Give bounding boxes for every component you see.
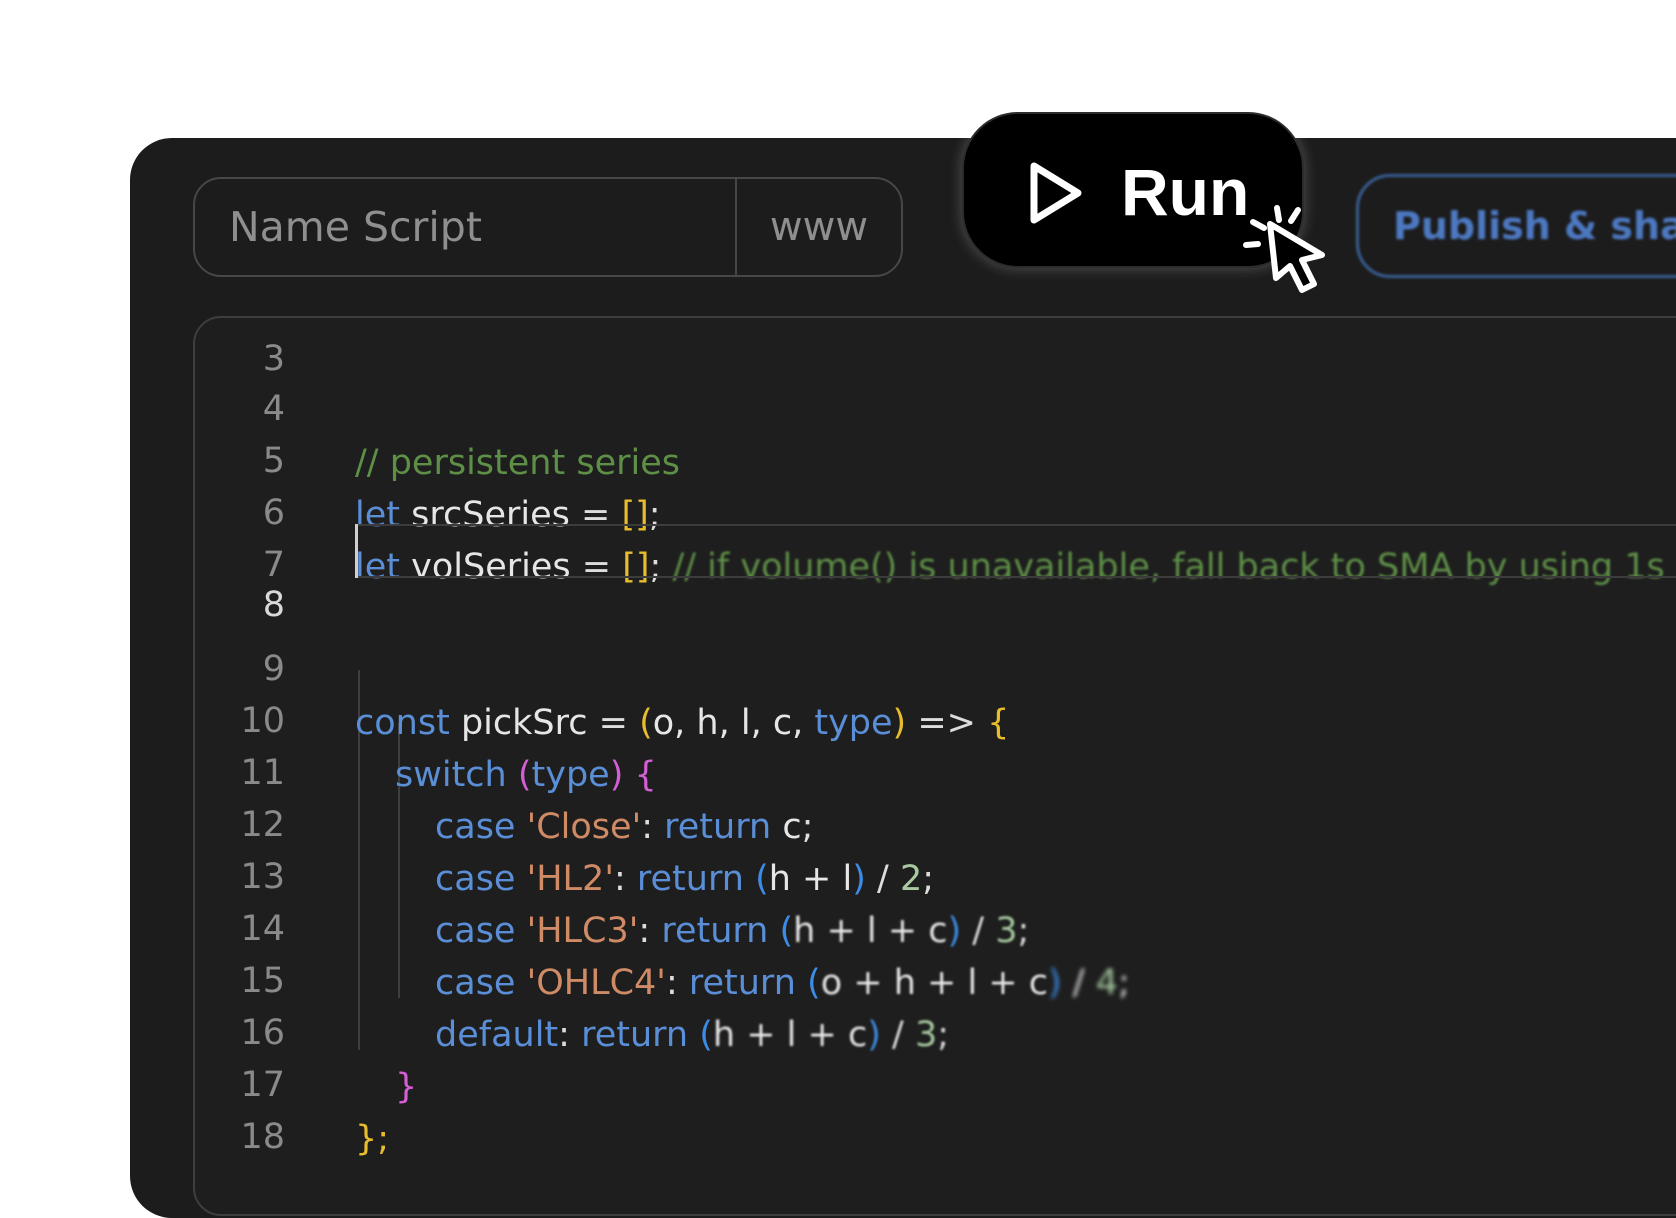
- code-line: 14 case 'OHLC4': return (o + h + l + c) …: [195, 848, 1676, 1003]
- code-line: 6 let volSeries = []; // if volume() is …: [195, 432, 1676, 587]
- script-name-input[interactable]: Name Script: [195, 179, 735, 275]
- click-cursor-icon: [1243, 205, 1325, 293]
- code-line: 18: [195, 1056, 1676, 1157]
- code-editor[interactable]: 3 4 // persistent series 5 let srcSeries…: [193, 316, 1676, 1216]
- bracket: };: [355, 1119, 390, 1159]
- line-number: 18: [240, 1117, 285, 1157]
- code-line: 17 };: [195, 1004, 1676, 1159]
- code-line: 4 // persistent series: [195, 328, 1676, 483]
- code-line: 11 case 'Close': return c;: [195, 692, 1676, 847]
- code-line: 16 }: [195, 952, 1676, 1107]
- run-button-label: Run: [1121, 155, 1250, 229]
- code-line: 13 case 'HLC3': return (h + l + c) / 3;: [195, 796, 1676, 951]
- code-line: 8: [195, 524, 1676, 625]
- code-line: 15 default: return (h + l + c) / 3;: [195, 900, 1676, 1055]
- code-line: 12 case 'HL2': return (h + l) / 2;: [195, 744, 1676, 899]
- code-line: 9 const pickSrc = (o, h, l, c, type) => …: [195, 588, 1676, 743]
- name-suffix-label: www: [769, 204, 869, 250]
- play-icon: [1030, 162, 1082, 224]
- code-line: 10 switch (type) {: [195, 640, 1676, 795]
- script-name-field[interactable]: Name Script www: [193, 177, 903, 277]
- publish-share-button[interactable]: Publish & shar: [1356, 174, 1676, 278]
- code-line: 5 let srcSeries = [];: [195, 380, 1676, 535]
